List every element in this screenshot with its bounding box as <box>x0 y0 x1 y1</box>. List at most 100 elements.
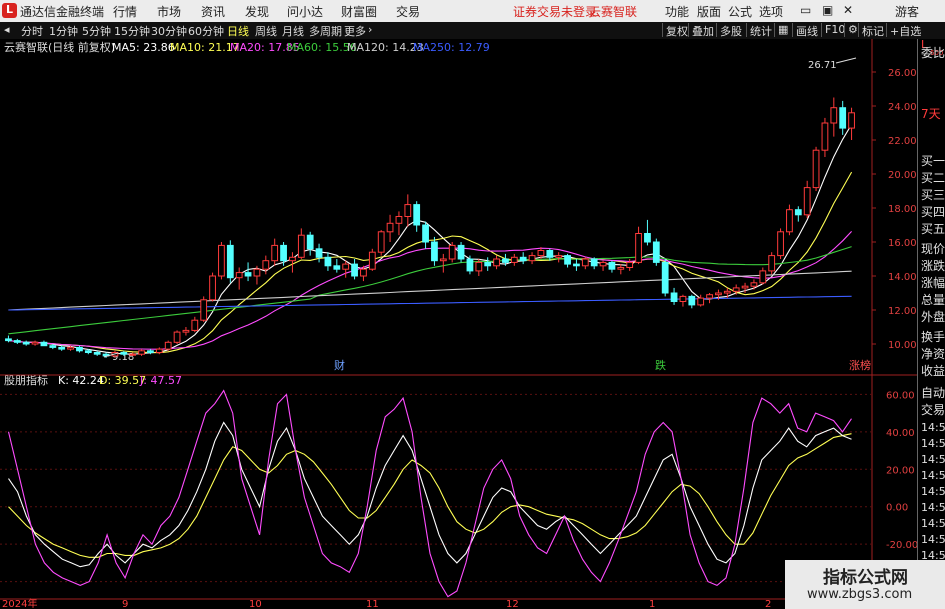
draw-button[interactable]: 画线 <box>792 23 818 38</box>
period-tab-60min[interactable]: 60分钟 <box>188 23 224 39</box>
tick-time: 14:56 <box>921 485 945 498</box>
period-tab-15min[interactable]: 15分钟 <box>114 23 150 39</box>
chart-area[interactable]: 云赛智联(日线 前复权) MA5: 23.86 MA10: 21.17 MA20… <box>0 39 917 609</box>
menu-item-ask[interactable]: 问小达 <box>287 3 323 20</box>
candle <box>679 295 687 302</box>
period-tab-intraday[interactable]: 分时 <box>21 23 43 39</box>
candle <box>635 233 642 263</box>
event-marker-drop[interactable]: 跌 <box>655 358 666 372</box>
candle <box>830 107 838 124</box>
period-tab-monthly[interactable]: 月线 <box>282 23 304 39</box>
grid-icon[interactable]: ▦ <box>774 23 788 37</box>
period-tab-1min[interactable]: 1分钟 <box>49 23 78 39</box>
price-tick-label: 26.00 <box>888 68 917 79</box>
period-tab-more[interactable]: 更多 <box>344 23 366 39</box>
multi-stock-button[interactable]: 多股 <box>716 23 742 38</box>
candle <box>484 261 492 267</box>
candle <box>129 353 137 356</box>
period-tab-5min[interactable]: 5分钟 <box>82 23 111 39</box>
candle <box>395 216 403 224</box>
watermark-url: www.zbgs3.com <box>807 587 913 602</box>
price-chart-title: 云赛智联(日线 前复权) <box>4 40 115 54</box>
candle <box>182 329 190 333</box>
candle <box>342 263 350 270</box>
field-price: 现价 <box>921 242 945 256</box>
menu-item-market[interactable]: 市场 <box>157 3 181 20</box>
candle <box>590 258 598 267</box>
candle <box>306 234 314 250</box>
menu-item-formula[interactable]: 公式 <box>728 3 752 20</box>
candle <box>49 345 57 348</box>
login-status[interactable]: 证券交易未登录 <box>513 3 597 20</box>
auto-trade-label[interactable]: 自动 <box>921 384 945 401</box>
candle <box>564 255 571 265</box>
back-icon[interactable]: ◂ <box>4 23 10 36</box>
maximize-icon[interactable]: ▣ <box>822 3 833 17</box>
menu-item-wealth[interactable]: 财富圈 <box>341 3 377 20</box>
user-label[interactable]: 游客 <box>895 3 919 20</box>
adjust-button[interactable]: 复权 <box>662 23 688 38</box>
auto-trade-label[interactable]: 交易 <box>921 401 945 418</box>
kdj-legend-k: K: 42.24 <box>58 374 104 387</box>
candle <box>315 248 323 258</box>
candle <box>333 265 341 270</box>
event-marker-finance[interactable]: 财 <box>334 358 345 372</box>
period-tab-multi[interactable]: 多周期 <box>309 23 342 39</box>
close-icon[interactable]: ✕ <box>843 3 853 17</box>
minimize-icon[interactable]: ▭ <box>800 3 811 17</box>
tick-time: 14:56 <box>921 469 945 482</box>
date-label: 11 <box>366 599 379 609</box>
candle <box>652 241 660 263</box>
candle <box>235 272 243 279</box>
menu-item-quotes[interactable]: 行情 <box>113 3 137 20</box>
candle <box>848 112 855 129</box>
more-chevron-icon[interactable]: › <box>368 23 372 36</box>
menu-item-function[interactable]: 功能 <box>665 3 689 20</box>
menu-item-discover[interactable]: 发现 <box>245 3 269 20</box>
candle <box>448 244 456 260</box>
candle <box>537 250 545 257</box>
stats-button[interactable]: 统计 <box>746 23 772 38</box>
candle <box>786 209 793 233</box>
price-tick-label: 14.00 <box>888 272 917 283</box>
candle <box>706 294 713 299</box>
candle <box>617 267 625 270</box>
menu-item-options[interactable]: 选项 <box>759 3 783 20</box>
candle <box>528 255 536 262</box>
price-tick-label: 22.00 <box>888 136 917 147</box>
field-change-pct: 涨幅 <box>921 276 945 290</box>
candle <box>519 256 527 262</box>
watermark: 指标公式网 www.zbgs3.com <box>785 560 945 609</box>
period-tab-weekly[interactable]: 周线 <box>255 23 277 39</box>
candle <box>812 149 820 189</box>
bid-level-4: 买四 <box>921 205 945 219</box>
event-marker-gainlist[interactable]: 涨榜 <box>849 358 871 372</box>
candle <box>475 261 483 272</box>
candle <box>164 341 172 350</box>
candle <box>803 187 811 216</box>
menu-item-trade[interactable]: 交易 <box>396 3 420 20</box>
overlay-button[interactable]: 叠加 <box>688 23 714 38</box>
candle <box>502 258 509 263</box>
menu-item-layout[interactable]: 版面 <box>697 3 721 20</box>
menu-item-news[interactable]: 资讯 <box>201 3 225 20</box>
tick-time: 14:56 <box>921 421 945 434</box>
candle <box>120 352 128 355</box>
candle <box>200 299 208 321</box>
mark-button[interactable]: 标记 <box>858 23 884 38</box>
title-bar: 通达信金融终端 行情 市场 资讯 发现 问小达 财富圈 交易 证券交易未登录 云… <box>0 0 945 23</box>
candle <box>715 292 722 296</box>
watermark-title: 指标公式网 <box>823 568 908 588</box>
settings-icon[interactable]: ⚙ <box>844 23 858 37</box>
candle <box>297 234 305 258</box>
candle <box>555 255 563 258</box>
f10-button[interactable]: F10 <box>821 23 845 37</box>
candle <box>777 231 784 257</box>
candle <box>40 341 48 347</box>
period-tab-daily[interactable]: 日线 <box>227 23 249 39</box>
add-watchlist-button[interactable]: +自选 <box>886 23 921 38</box>
candle <box>546 250 554 258</box>
field-turnover: 换手 <box>921 330 945 344</box>
period-tab-30min[interactable]: 30分钟 <box>151 23 187 39</box>
candle <box>608 261 616 270</box>
